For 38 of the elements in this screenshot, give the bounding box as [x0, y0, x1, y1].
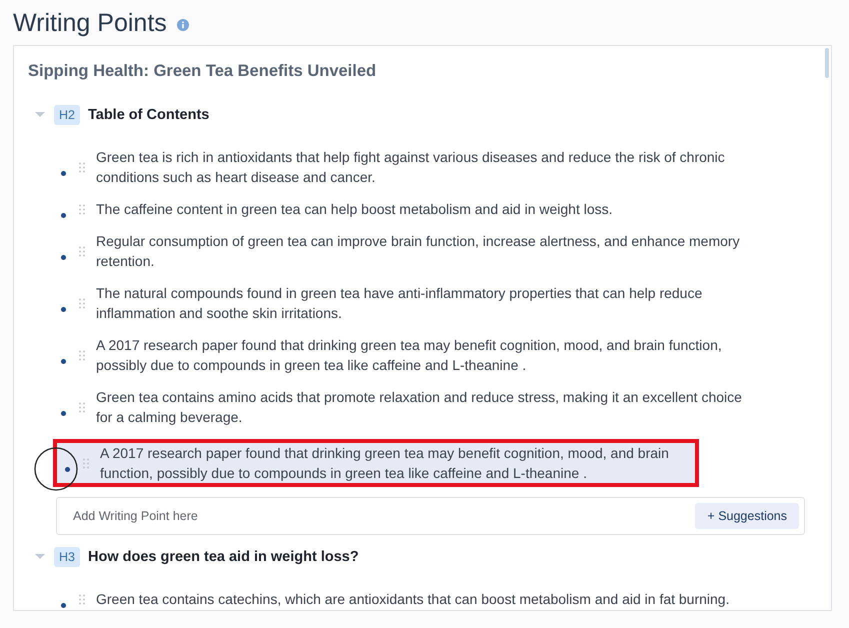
- drag-handle-icon[interactable]: [78, 350, 86, 360]
- bullet-icon: [65, 466, 70, 472]
- scrollbar-thumb[interactable]: [825, 48, 829, 78]
- drag-handle-icon[interactable]: [82, 458, 90, 468]
- cursor-ring-icon: [34, 447, 78, 491]
- highlighted-writing-point[interactable]: A 2017 research paper found that drinking green tea may benefit cognition, mood, and brain function, possibly due to compounds in green tea like caffeine and L-theanine .: [53, 439, 699, 487]
- bullet-icon: [61, 410, 66, 416]
- writing-point-text: Green tea contains catechins, which are antioxidants that can boost metabolism and aid in fat burning.: [96, 590, 730, 609]
- article-title: Sipping Health: Green Tea Benefits Unveiled: [28, 62, 378, 81]
- section-heading: How does green tea aid in weight loss?: [88, 549, 359, 565]
- bullet-icon: [61, 254, 66, 260]
- writing-point-text: The natural compounds found in green tea have anti-inflammatory properties that can help reduce inflammation and soothe skin irritations.: [96, 284, 704, 323]
- writing-point-text: Green tea is rich in antioxidants that help fight against various diseases and reduce the risk of chronic conditions such as heart disease and cancer.: [96, 148, 726, 187]
- drag-handle-icon[interactable]: [78, 246, 86, 256]
- heading-level-tag: H3: [54, 547, 80, 567]
- drag-handle-icon[interactable]: [78, 162, 86, 172]
- section-heading: Table of Contents: [88, 107, 210, 123]
- page-title: Writing Points: [13, 8, 167, 38]
- drag-handle-icon[interactable]: [78, 204, 86, 214]
- suggestions-button[interactable]: + Suggestions: [695, 503, 799, 529]
- writing-point-text: The caffeine content in green tea can help boost metabolism and aid in weight loss.: [96, 200, 613, 219]
- writing-point-text: A 2017 research paper found that drinking green tea may benefit cognition, mood, and brain function, possibly due to compounds in green tea like caffeine and L-theanine .: [96, 336, 723, 375]
- add-point-field[interactable]: Add Writing Point here + Suggestions: [56, 497, 805, 535]
- drag-handle-icon[interactable]: [78, 298, 86, 308]
- drag-handle-icon[interactable]: [78, 594, 86, 604]
- bullet-icon: [61, 170, 66, 176]
- info-icon[interactable]: [176, 19, 189, 31]
- bullet-icon: [61, 602, 66, 608]
- writing-point-text: Green tea contains amino acids that promote relaxation and reduce stress, making it an excellent choice for a calming beverage.: [96, 388, 743, 427]
- drag-handle-icon[interactable]: [78, 402, 86, 412]
- collapse-caret-icon[interactable]: [34, 553, 46, 561]
- heading-level-tag: H2: [54, 105, 80, 125]
- writing-point-text: Regular consumption of green tea can improve brain function, increase alertness, and enhance memory retention.: [96, 232, 741, 271]
- bullet-icon: [61, 212, 66, 218]
- collapse-caret-icon[interactable]: [34, 111, 46, 119]
- bullet-icon: [61, 306, 66, 312]
- bullet-icon: [61, 358, 66, 364]
- writing-point-text: A 2017 research paper found that drinking green tea may benefit cognition, mood, and brain function, possibly due to compounds in green tea like caffeine and L-theanine .: [100, 444, 670, 483]
